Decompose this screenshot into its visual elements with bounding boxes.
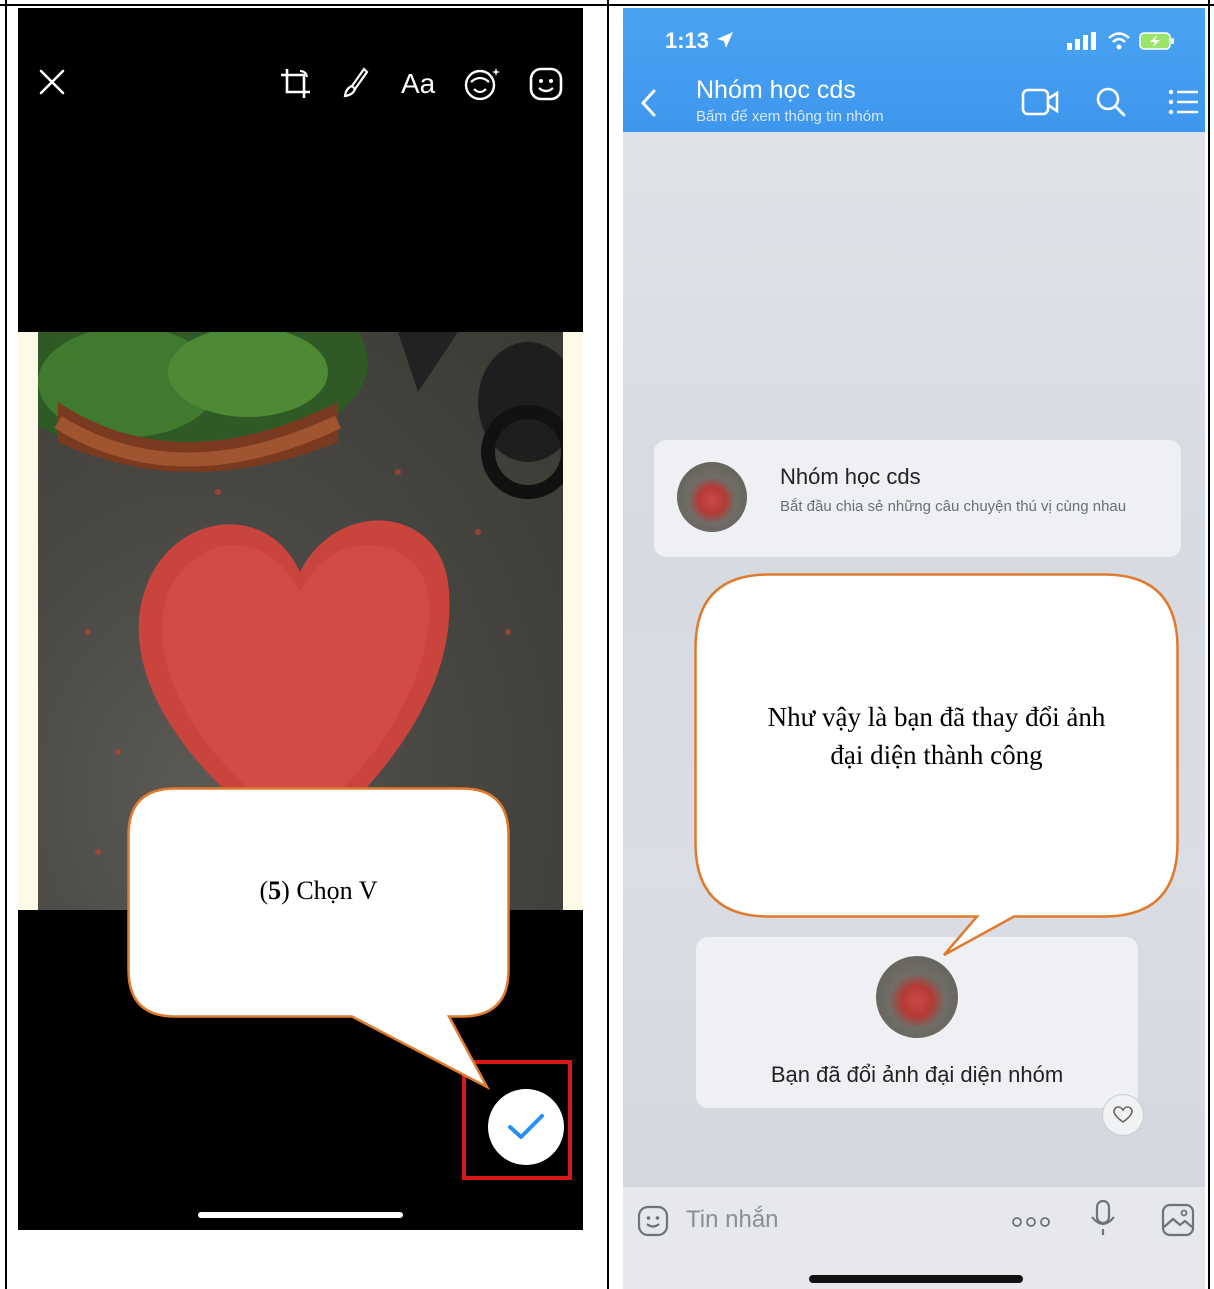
callout-left-label: Chọn V: [289, 876, 378, 905]
face-filter-icon[interactable]: [463, 66, 501, 102]
more-options-button[interactable]: [1011, 1215, 1051, 1233]
card-title: Nhóm học cds: [780, 464, 921, 489]
search-button[interactable]: [1095, 86, 1127, 123]
voice-button[interactable]: [1090, 1199, 1116, 1242]
home-indicator: [198, 1212, 403, 1218]
table-border-right: [1208, 0, 1210, 1289]
status-icons: [1067, 32, 1175, 50]
callout-left-open-paren: (: [259, 876, 269, 905]
table-border-middle: [607, 0, 609, 1289]
heart-icon: [1113, 1106, 1133, 1123]
text-tool-label: Aa: [401, 68, 436, 99]
signal-icon: [1067, 32, 1096, 50]
battery-charging-icon: [1139, 32, 1174, 50]
more-icon: [1012, 1217, 1050, 1227]
group-info-card[interactable]: Nhóm học cds Bắt đầu chia sẻ những câu c…: [654, 440, 1181, 557]
callout-left-text: (5) Chọn V: [127, 876, 510, 906]
home-indicator-right: [809, 1275, 1023, 1283]
sticker-icon[interactable]: [528, 66, 564, 102]
callout-left-close-paren: ): [281, 876, 290, 905]
video-call-button[interactable]: [1021, 88, 1059, 121]
table-border-top: [0, 4, 1214, 6]
group-title[interactable]: Nhóm học cds: [696, 76, 856, 105]
image-icon: [1161, 1203, 1195, 1237]
back-button[interactable]: [639, 88, 659, 123]
text-tool-button[interactable]: Aa: [401, 68, 435, 100]
callout-right-line1: Như vậy là bạn đã thay đổi ảnh: [767, 702, 1106, 732]
chat-header: 1:13 Nhóm học cds Bấm để xem thông tin n…: [623, 8, 1205, 132]
callout-left-shape: [127, 787, 510, 1090]
emoji-button[interactable]: [637, 1205, 669, 1242]
status-time: 1:13: [665, 28, 735, 54]
brush-icon[interactable]: [340, 66, 370, 100]
callout-success: Như vậy là bạn đã thay đổi ảnh đại diện …: [694, 573, 1179, 958]
react-button[interactable]: [1102, 1094, 1144, 1136]
image-button[interactable]: [1161, 1203, 1195, 1242]
callout-right-text: Như vậy là bạn đã thay đổi ảnh đại diện …: [694, 698, 1179, 774]
wifi-icon: [1108, 32, 1130, 50]
checkmark-icon: [508, 1114, 544, 1139]
microphone-icon: [1091, 1199, 1115, 1235]
message-input[interactable]: Tin nhắn: [686, 1206, 779, 1234]
list-menu-icon: [1168, 89, 1198, 115]
card-description: Bắt đầu chia sẻ những câu chuyện thú vị …: [780, 498, 1127, 515]
group-subtitle[interactable]: Bấm để xem thông tin nhóm: [696, 108, 884, 125]
close-icon[interactable]: [36, 66, 68, 98]
group-avatar: [677, 462, 747, 532]
callout-step-5: (5) Chọn V: [127, 787, 510, 1090]
crop-icon[interactable]: [278, 66, 314, 102]
chevron-left-icon: [640, 89, 656, 117]
message-composer: Tin nhắn: [623, 1187, 1205, 1289]
video-camera-icon: [1021, 88, 1059, 116]
table-border-left: [5, 0, 7, 1289]
callout-right-line2: đại diện thành công: [830, 740, 1043, 770]
step-number: 5: [268, 876, 282, 905]
notice-text: Bạn đã đổi ảnh đại diện nhóm: [770, 1062, 1064, 1087]
status-time-text: 1:13: [665, 28, 710, 53]
menu-button[interactable]: [1168, 88, 1200, 121]
emoji-icon: [637, 1205, 669, 1237]
search-icon: [1096, 87, 1126, 117]
location-arrow-icon: [717, 32, 734, 48]
